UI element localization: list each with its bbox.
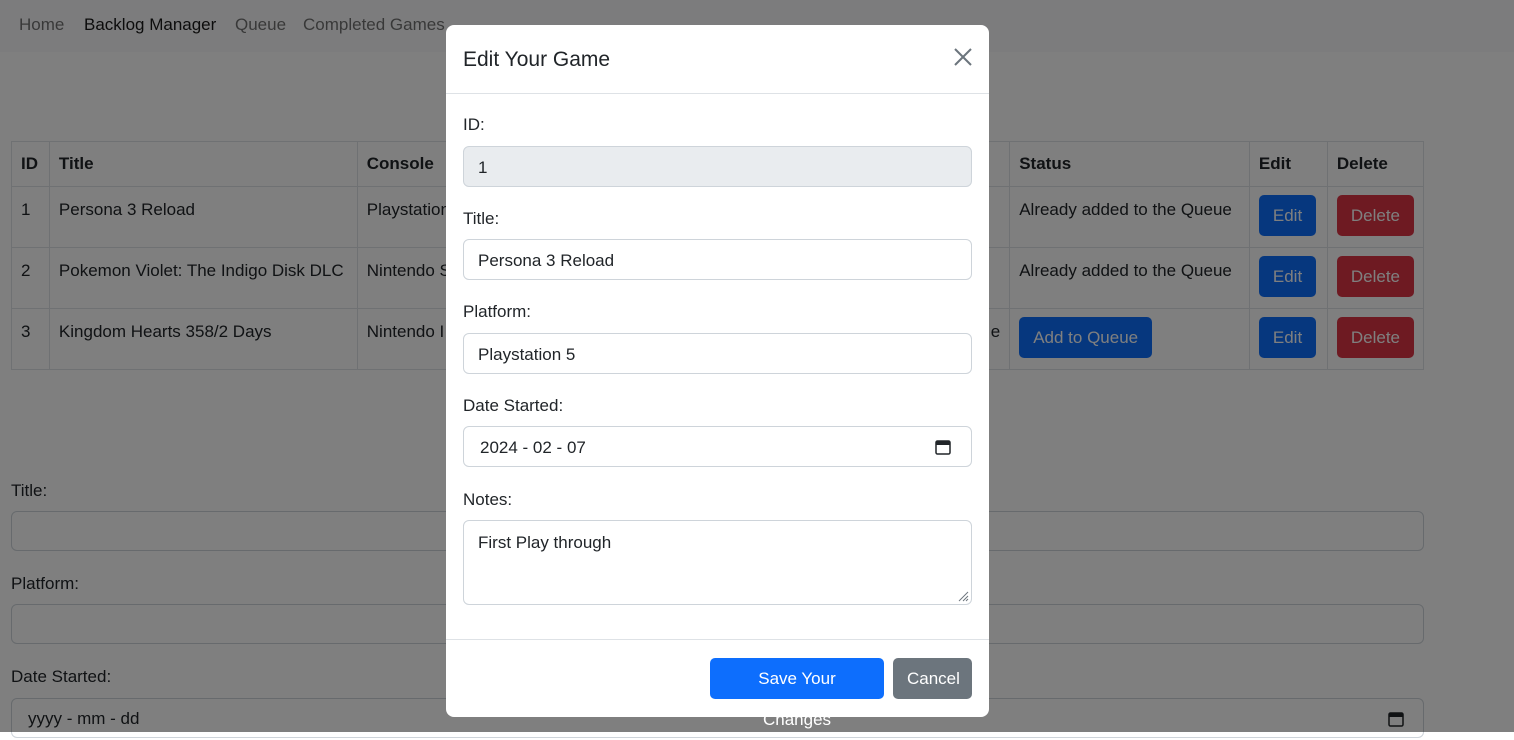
id-value: 1 (478, 158, 488, 177)
cancel-button[interactable]: Cancel (893, 658, 972, 699)
notes-label: Notes: (463, 490, 513, 509)
platform-label: Platform: (463, 302, 532, 321)
modal-footer: Save Your Changes Cancel (446, 639, 989, 729)
calendar-icon[interactable] (934, 438, 952, 456)
date-started-field[interactable]: 2024 - 02 - 07 (463, 426, 972, 467)
notes-value: First Play through (478, 533, 612, 552)
title-field[interactable]: Persona 3 Reload (463, 239, 972, 280)
modal-header: Edit Your Game (446, 25, 989, 94)
title-value: Persona 3 Reload (478, 251, 615, 270)
title-label: Title: (463, 209, 500, 228)
date-started-label: Date Started: (463, 396, 564, 415)
id-label: ID: (463, 115, 485, 134)
modal-title: Edit Your Game (463, 48, 611, 71)
notes-textarea[interactable]: First Play through (463, 520, 972, 605)
id-field: 1 (463, 146, 972, 187)
save-changes-button[interactable]: Save Your Changes (710, 658, 884, 729)
platform-value: Playstation 5 (478, 345, 576, 364)
platform-field[interactable]: Playstation 5 (463, 333, 972, 374)
edit-game-modal: Edit Your Game ID: 1 Title: Persona 3 Re… (446, 25, 989, 729)
close-icon[interactable] (953, 47, 973, 67)
date-started-value: 2024 - 02 - 07 (480, 438, 586, 457)
resize-grip-icon[interactable] (957, 590, 969, 602)
